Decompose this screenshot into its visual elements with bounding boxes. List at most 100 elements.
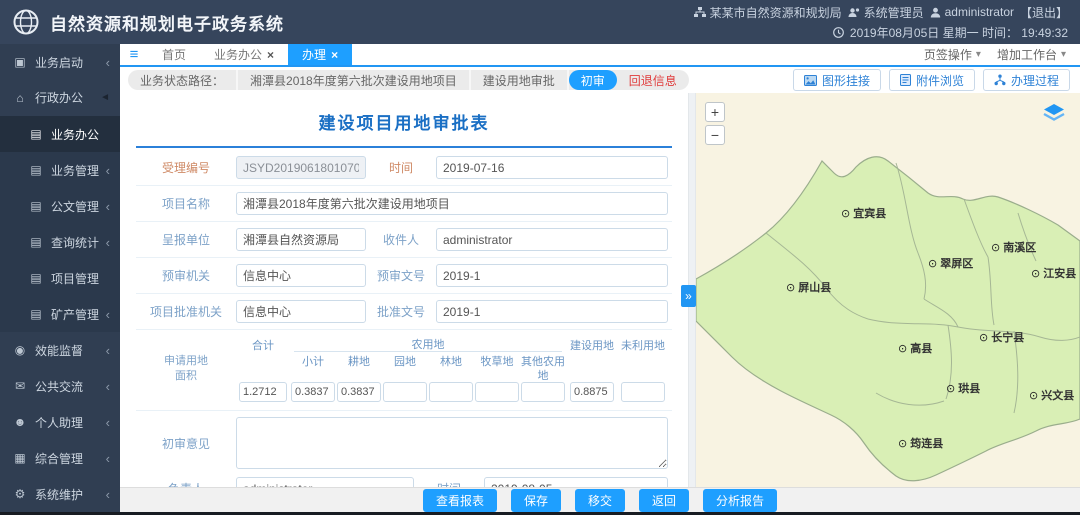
tab-biz-office[interactable]: 业务办公 ×: [200, 44, 288, 65]
report-unit-label: 呈报单位: [161, 233, 210, 247]
form-row-preview: 预审机关 预审文号: [136, 258, 672, 294]
garden-field[interactable]: [383, 382, 427, 402]
sidebar-item-admin-office[interactable]: ⌂ 行政办公 ◄: [0, 80, 120, 116]
county-marker-icon: ⊙: [1031, 267, 1041, 280]
land-col-total: 合计: [236, 336, 290, 402]
sidebar-item-doc-manage[interactable]: ▤ 公文管理 ‹: [0, 188, 120, 224]
hamburger-icon[interactable]: ≡: [120, 44, 148, 65]
project-name-field[interactable]: [236, 192, 668, 215]
sidebar-item-project-manage[interactable]: ▤ 项目管理: [0, 260, 120, 296]
land-col-unused: 未利用地: [618, 336, 668, 402]
form-row-acceptance: 受理编号 时间: [136, 150, 672, 186]
preview-no-field[interactable]: [436, 264, 668, 287]
layers-icon[interactable]: [1042, 103, 1066, 123]
sidebar-item-biz-office[interactable]: ▤ 业务办公: [0, 116, 120, 152]
user-item[interactable]: administrator: [930, 5, 1014, 19]
close-icon[interactable]: ×: [331, 48, 338, 62]
bank-icon: ⌂: [16, 90, 24, 105]
zoom-out-button[interactable]: −: [705, 125, 725, 145]
zoom-in-button[interactable]: +: [705, 102, 725, 122]
chevron-left-icon: ‹: [105, 162, 110, 178]
other-agri-field[interactable]: [521, 382, 565, 402]
rollback-info-link[interactable]: 回退信息: [617, 70, 689, 90]
approve-no-field[interactable]: [436, 300, 668, 323]
sidebar-item-mineral-manage[interactable]: ▤ 矿产管理 ‹: [0, 296, 120, 332]
county-map: [696, 156, 1080, 482]
county-label: ⊙ 南溪区: [991, 241, 1037, 255]
approve-org-field[interactable]: [236, 300, 366, 323]
sitemap-icon: [693, 6, 706, 17]
county-label: ⊙ 翠屏区: [928, 257, 974, 271]
county-marker-icon: ⊙: [898, 437, 908, 450]
approval-form-panel: 建设项目用地审批表 受理编号 时间 项目名称 呈报单位: [120, 93, 688, 487]
breadcrumb-stage[interactable]: 建设用地审批: [471, 70, 569, 90]
sidebar-item-biz-manage[interactable]: ▤ 业务管理 ‹: [0, 152, 120, 188]
logout-link[interactable]: 【退出】: [1020, 4, 1068, 21]
accept-time-field[interactable]: [436, 156, 668, 179]
county-label: ⊙ 珙县: [946, 382, 981, 396]
county-marker-icon: ⊙: [898, 342, 908, 355]
clock-icon: [832, 26, 844, 38]
app-window: 自然资源和规划电子政务系统 某某市自然资源和规划局 系统管理员 administ…: [0, 0, 1080, 515]
breadcrumb-project[interactable]: 湘潭县2018年度第六批次建设用地项目: [238, 70, 471, 90]
land-area-row-label: 申请用地面积: [164, 354, 208, 382]
breadcrumb-prefix: 业务状态路径：: [128, 70, 239, 90]
total-field[interactable]: [239, 382, 287, 402]
forest-field[interactable]: [429, 382, 473, 402]
chevron-left-icon: ‹: [105, 378, 110, 394]
construction-field[interactable]: [570, 382, 614, 402]
process-flow-button[interactable]: 办理过程: [982, 69, 1070, 91]
eye-icon: ◉: [14, 343, 26, 357]
view-report-button[interactable]: 查看报表: [422, 488, 497, 512]
approve-org-label: 项目批准机关: [149, 305, 222, 319]
land-area-table: 申请用地面积 合计 农用地 小计: [136, 330, 672, 411]
role-item: 系统管理员: [848, 4, 924, 21]
unused-field[interactable]: [621, 382, 665, 402]
breadcrumb-status-badge[interactable]: 初审: [568, 70, 617, 90]
grassland-field[interactable]: [475, 382, 519, 402]
app-title: 自然资源和规划电子政务系统: [50, 14, 284, 34]
recipient-field[interactable]: [436, 228, 668, 251]
opinion-textarea[interactable]: [236, 417, 668, 469]
sidebar-item-system-maintain[interactable]: ⚙ 系统维护 ‹: [0, 476, 120, 512]
report-unit-field[interactable]: [236, 228, 366, 251]
acceptance-no-field[interactable]: [236, 156, 366, 179]
tab-handle[interactable]: 办理 ×: [288, 44, 353, 65]
chevron-left-icon: ‹: [105, 234, 110, 250]
preview-org-field[interactable]: [236, 264, 366, 287]
sign-time-field[interactable]: [484, 477, 668, 487]
chevron-down-icon: ▾: [975, 49, 981, 60]
tab-operations-dropdown[interactable]: 页签操作 ▾: [924, 46, 981, 63]
preview-no-label: 预审文号: [376, 269, 425, 283]
right-column: ≡ 首页 业务办公 × 办理 × 页签操作 ▾ 增加工作台 ▾ 业务状态路径： …: [120, 44, 1080, 512]
role-label: 系统管理员: [863, 5, 924, 20]
add-workbench-dropdown[interactable]: 增加工作台 ▾: [997, 46, 1066, 63]
close-icon[interactable]: ×: [267, 48, 274, 62]
sidebar-item-personal-assistant[interactable]: ☻ 个人助理 ‹: [0, 404, 120, 440]
transfer-button[interactable]: 移交: [574, 488, 625, 512]
tab-home[interactable]: 首页: [148, 44, 200, 65]
return-button[interactable]: 返回: [639, 488, 690, 512]
save-button[interactable]: 保存: [510, 488, 561, 512]
subtotal-field[interactable]: [291, 382, 335, 402]
project-name-label: 项目名称: [161, 197, 210, 211]
chat-icon: ✉: [14, 379, 26, 393]
map-panel[interactable]: ⊙ 宜宾县 ⊙ 南溪区 ⊙ 翠屏区 ⊙ 江安县 ⊙ 屏山县 ⊙ 长宁县 ⊙ 高县 ⊙ 珙县 ⊙ 兴…: [696, 93, 1080, 487]
land-col-cultivated: 耕地: [336, 352, 382, 402]
sidebar-item-query-stats[interactable]: ▤ 查询统计 ‹: [0, 224, 120, 260]
preview-org-label: 预审机关: [161, 269, 210, 283]
approve-no-label: 批准文号: [376, 305, 425, 319]
responsible-field[interactable]: [236, 477, 414, 487]
sidebar-item-efficiency[interactable]: ◉ 效能监督 ‹: [0, 332, 120, 368]
attachment-browse-button[interactable]: 附件浏览: [888, 69, 975, 91]
agri-group-header: 农用地: [294, 336, 562, 352]
sidebar-item-biz-start[interactable]: ▣ 业务启动 ‹: [0, 44, 120, 80]
analysis-report-button[interactable]: 分析报告: [703, 488, 778, 512]
agri-columns: 小计 耕地 园地: [290, 352, 566, 402]
collapse-panel-handle[interactable]: »: [681, 285, 696, 307]
county-marker-icon: ⊙: [841, 207, 851, 220]
sidebar-item-general-manage[interactable]: ▦ 综合管理 ‹: [0, 440, 120, 476]
sidebar-item-public-exchange[interactable]: ✉ 公共交流 ‹: [0, 368, 120, 404]
cultivated-field[interactable]: [337, 382, 381, 402]
graphic-attach-button[interactable]: 图形挂接: [792, 69, 881, 91]
